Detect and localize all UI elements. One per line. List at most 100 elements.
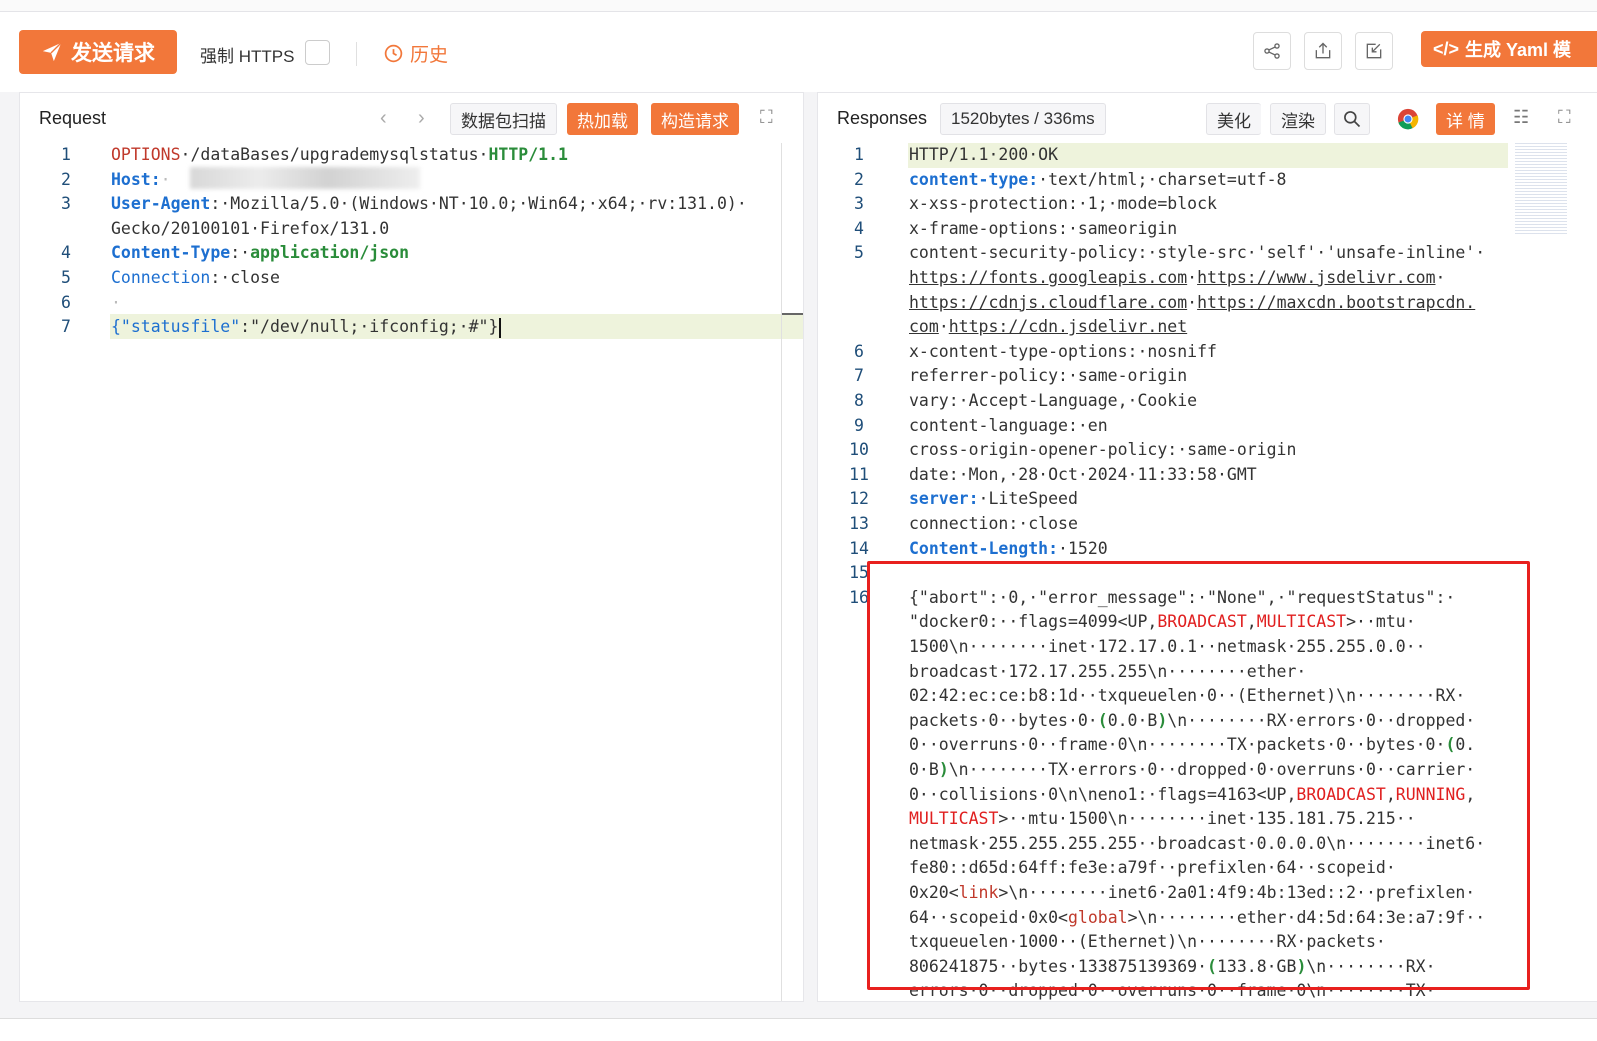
response-code-line: 0·B)\n········TX·errors·0··dropped·0·ove… <box>818 758 1597 783</box>
code-token: ( <box>1445 735 1456 755</box>
comment-icon[interactable]: ☷ <box>1513 107 1529 128</box>
line-text: 1500\n········inet·172.17.0.1··netmask·2… <box>909 635 1426 660</box>
code-token: 0··overruns·0··frame·0\n········TX·packe… <box>909 735 1446 755</box>
response-code-line: 64··scopeid·0x0<global>\n········ether·d… <box>818 906 1597 931</box>
generate-yaml-button[interactable]: </> 生成 Yaml 模 <box>1421 31 1597 67</box>
response-code-line: "docker0:··flags=4099<UP,BROADCAST,MULTI… <box>818 610 1597 635</box>
line-text: cross-origin-opener-policy:·same-origin <box>909 438 1296 463</box>
code-token: , <box>1465 784 1476 804</box>
line-number: 13 <box>849 514 869 533</box>
share-icon <box>1264 43 1280 59</box>
code-token: >\n········inet6·2a01:4f9:4b:13ed::2··pr… <box>998 883 1476 902</box>
code-token: https://fonts.googleapis.com <box>909 268 1188 287</box>
packet-scan-label: 数据包扫描 <box>461 111 546 131</box>
line-number: 2 <box>61 169 71 189</box>
line-text: date:·Mon,·28·Oct·2024·11:33:58·GMT <box>909 463 1257 488</box>
code-token: https://cdnjs.cloudflare.com <box>909 292 1188 312</box>
code-token: OPTIONS <box>111 145 181 164</box>
detail-label: 详 情 <box>1446 111 1485 131</box>
line-number: 5 <box>61 268 71 287</box>
line-text: Content-Length:·1520 <box>909 537 1108 562</box>
beautify-label: 美化 <box>1217 111 1251 131</box>
export-icon <box>1315 42 1331 59</box>
line-number: 10 <box>849 440 869 460</box>
code-token: · <box>160 169 171 189</box>
line-number: 8 <box>854 391 864 410</box>
code-token: {"statusfile" <box>111 317 241 337</box>
code-token: 0x20< <box>909 883 959 902</box>
code-token: HTTP/1.1·200·OK <box>909 145 1059 164</box>
import-icon <box>1366 43 1382 59</box>
line-text: https://cdnjs.cloudflare.com·https://max… <box>909 291 1475 316</box>
beautify-tab[interactable]: 美化 <box>1206 103 1261 135</box>
request-code-line: 1 OPTIONS·/dataBases/upgrademysqlstatus·H… <box>20 143 803 168</box>
share-button[interactable] <box>1253 32 1291 70</box>
code-token: \n········RX· <box>1306 956 1436 976</box>
line-text: User-Agent:·Mozilla/5.0·(Windows·NT·10.0… <box>111 192 747 217</box>
render-tab[interactable]: 渲染 <box>1270 103 1326 135</box>
response-editor[interactable]: 1 HTTP/1.1·200·OK 2 content-type:·text/html… <box>818 143 1597 1001</box>
send-icon <box>42 42 62 62</box>
request-editor[interactable]: 1 OPTIONS·/dataBases/upgrademysqlstatus·H… <box>20 143 803 1001</box>
code-token: 133.8·GB <box>1216 956 1297 976</box>
code-token: 64··scopeid·0x0< <box>909 907 1068 927</box>
hot-reload-tab[interactable]: 热加载 <box>567 103 638 135</box>
line-number: 7 <box>854 366 864 386</box>
code-token: x-xss-protection:·1;·mode=block <box>909 194 1217 214</box>
response-code-line: https://cdnjs.cloudflare.com·https://max… <box>818 291 1597 316</box>
build-request-tab[interactable]: 构造请求 <box>651 103 739 135</box>
chevron-left-icon[interactable]: ‹ <box>380 107 387 130</box>
line-text: errors·0··dropped·0··overruns·0··frame·0… <box>909 979 1436 1001</box>
line-text: 0x20<link>\n········inet6·2a01:4f9:4b:13… <box>909 881 1475 906</box>
send-request-button[interactable]: 发送请求 <box>19 30 177 74</box>
hot-reload-label: 热加载 <box>577 111 628 131</box>
code-token: HTTP/1.1 <box>488 145 568 164</box>
code-token: ( <box>1207 956 1217 976</box>
line-text: x-content-type-options:·nosniff <box>909 340 1217 365</box>
line-text: x-frame-options:·sameorigin <box>909 217 1177 242</box>
code-token: application/json <box>250 243 410 263</box>
bottom-status-bar <box>0 1018 1597 1041</box>
import-button[interactable] <box>1355 32 1393 70</box>
build-request-label: 构造请求 <box>661 111 729 131</box>
code-token: 02:42:ec:ce:b8:1d··txqueuelen·0··(Ethern… <box>909 686 1466 706</box>
fullscreen-icon[interactable]: ⛶ <box>760 107 773 128</box>
chevron-right-icon[interactable]: › <box>418 107 425 130</box>
line-text: txqueuelen·1000··(Ethernet)\n········RX·… <box>909 930 1386 955</box>
force-https-checkbox[interactable] <box>305 40 330 65</box>
request-code-line: 2 Host:· <box>20 168 803 193</box>
code-token: connection:·close <box>909 514 1078 533</box>
line-text: HTTP/1.1·200·OK <box>909 143 1058 168</box>
response-code-line: 12 server:·LiteSpeed <box>818 487 1597 512</box>
line-text: connection:·close <box>909 512 1078 537</box>
response-code-line: 2 content-type:·text/html;·charset=utf-8 <box>818 168 1597 193</box>
code-token: · <box>938 317 949 337</box>
code-token: Connection <box>111 268 211 287</box>
code-token: RUNNING <box>1395 784 1466 804</box>
code-token: MULTICAST <box>909 809 999 829</box>
line-text: 0··collisions·0\n\neno1:·flags=4163<UP,B… <box>909 783 1475 808</box>
history-button[interactable]: 历史 <box>383 40 448 67</box>
response-code-line: fe80::d65d:64ff:fe3e:a79f··prefixlen·64·… <box>818 856 1597 881</box>
line-number: 9 <box>854 415 864 435</box>
response-code-line: 1 HTTP/1.1·200·OK <box>818 143 1597 168</box>
response-code-line: 0··overruns·0··frame·0\n········TX·packe… <box>818 733 1597 758</box>
window-top-strip <box>0 0 1597 12</box>
line-text: content-language:·en <box>909 414 1108 439</box>
export-button[interactable] <box>1304 32 1342 70</box>
code-token: ·text/html;·charset=utf-8 <box>1038 169 1287 189</box>
code-token: · <box>1187 292 1198 312</box>
code-token: com <box>909 317 939 337</box>
detail-button[interactable]: 详 情 <box>1436 103 1495 135</box>
open-in-browser-button[interactable] <box>1397 108 1419 130</box>
fullscreen-response-icon[interactable]: ⛶ <box>1558 107 1571 128</box>
search-button[interactable] <box>1334 103 1370 135</box>
request-code-line: 6 · <box>20 291 803 316</box>
line-number: 16 <box>849 587 869 607</box>
response-panel-header: Responses 1520bytes / 336ms 美化 渲染 详 情 ☷ … <box>818 93 1597 143</box>
code-token: server: <box>909 489 979 509</box>
packet-scan-tab[interactable]: 数据包扫描 <box>450 103 557 135</box>
code-token: referrer-policy:·same-origin <box>909 366 1188 386</box>
code-token: 0. <box>1455 735 1476 755</box>
force-https-label: 强制 HTTPS <box>200 47 295 66</box>
